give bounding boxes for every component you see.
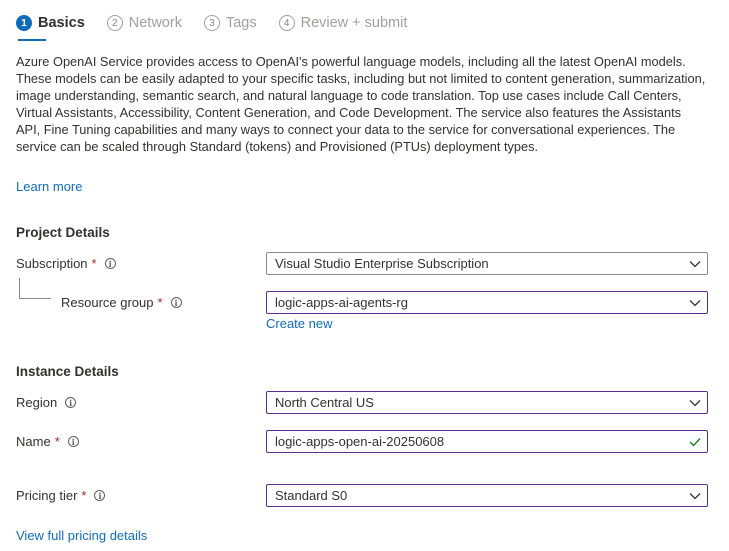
- info-icon[interactable]: i: [65, 397, 77, 408]
- chevron-down-icon: [683, 485, 707, 506]
- name-label: Name * i: [16, 434, 79, 449]
- active-step-indicator: [18, 39, 46, 41]
- pricing-tier-value: Standard S0: [275, 488, 348, 503]
- step-label: Review + submit: [300, 15, 408, 31]
- subscription-value: Visual Studio Enterprise Subscription: [275, 256, 489, 271]
- instance-details-heading: Instance Details: [16, 364, 119, 379]
- required-marker: *: [157, 295, 163, 310]
- region-label-text: Region: [16, 395, 58, 410]
- pricing-tier-label: Pricing tier * i: [16, 488, 106, 503]
- pricing-tier-dropdown[interactable]: Standard S0: [266, 484, 708, 507]
- resource-group-value: logic-apps-ai-agents-rg: [275, 295, 408, 310]
- wizard-steps: 1 Basics 2 Network 3 Tags 4 Review + sub…: [16, 12, 429, 41]
- tree-connector: [19, 278, 20, 298]
- checkmark-icon: [683, 431, 707, 452]
- info-icon[interactable]: i: [94, 490, 106, 501]
- learn-more-link[interactable]: Learn more: [16, 179, 82, 194]
- required-marker: *: [91, 256, 97, 271]
- step-network[interactable]: 2 Network: [106, 15, 182, 31]
- chevron-down-icon: [683, 392, 707, 413]
- resource-group-label-text: Resource group: [61, 295, 154, 310]
- step-tags[interactable]: 3 Tags: [203, 15, 257, 31]
- subscription-dropdown[interactable]: Visual Studio Enterprise Subscription: [266, 252, 708, 275]
- region-dropdown[interactable]: North Central US: [266, 391, 708, 414]
- name-value: logic-apps-open-ai-20250608: [275, 434, 445, 449]
- info-icon[interactable]: i: [67, 436, 79, 447]
- subscription-label-text: Subscription: [16, 256, 88, 271]
- step-label: Basics: [38, 15, 85, 31]
- step-label: Network: [128, 15, 182, 31]
- step-label: Tags: [225, 15, 257, 31]
- create-new-link[interactable]: Create new: [266, 316, 332, 331]
- name-label-text: Name: [16, 434, 51, 449]
- region-value: North Central US: [275, 395, 374, 410]
- resource-group-dropdown[interactable]: logic-apps-ai-agents-rg: [266, 291, 708, 314]
- chevron-down-icon: [683, 253, 707, 274]
- pricing-tier-label-text: Pricing tier: [16, 488, 78, 503]
- name-input[interactable]: logic-apps-open-ai-20250608: [266, 430, 708, 453]
- required-marker: *: [81, 488, 87, 503]
- region-label: Region i: [16, 395, 77, 410]
- step-number: 2: [106, 15, 123, 31]
- chevron-down-icon: [683, 292, 707, 313]
- required-marker: *: [54, 434, 60, 449]
- project-details-heading: Project Details: [16, 225, 110, 240]
- subscription-label: Subscription * i: [16, 256, 116, 271]
- info-icon[interactable]: i: [104, 258, 116, 269]
- step-review-submit[interactable]: 4 Review + submit: [278, 15, 408, 31]
- resource-group-label: Resource group * i: [61, 295, 182, 310]
- step-number: 3: [203, 15, 220, 31]
- step-number: 4: [278, 15, 295, 31]
- info-icon[interactable]: i: [170, 297, 182, 308]
- step-number: 1: [16, 15, 32, 31]
- view-pricing-link[interactable]: View full pricing details: [16, 528, 147, 543]
- step-basics[interactable]: 1 Basics: [16, 15, 85, 41]
- tree-connector: [19, 298, 51, 299]
- service-description: Azure OpenAI Service provides access to …: [16, 54, 706, 154]
